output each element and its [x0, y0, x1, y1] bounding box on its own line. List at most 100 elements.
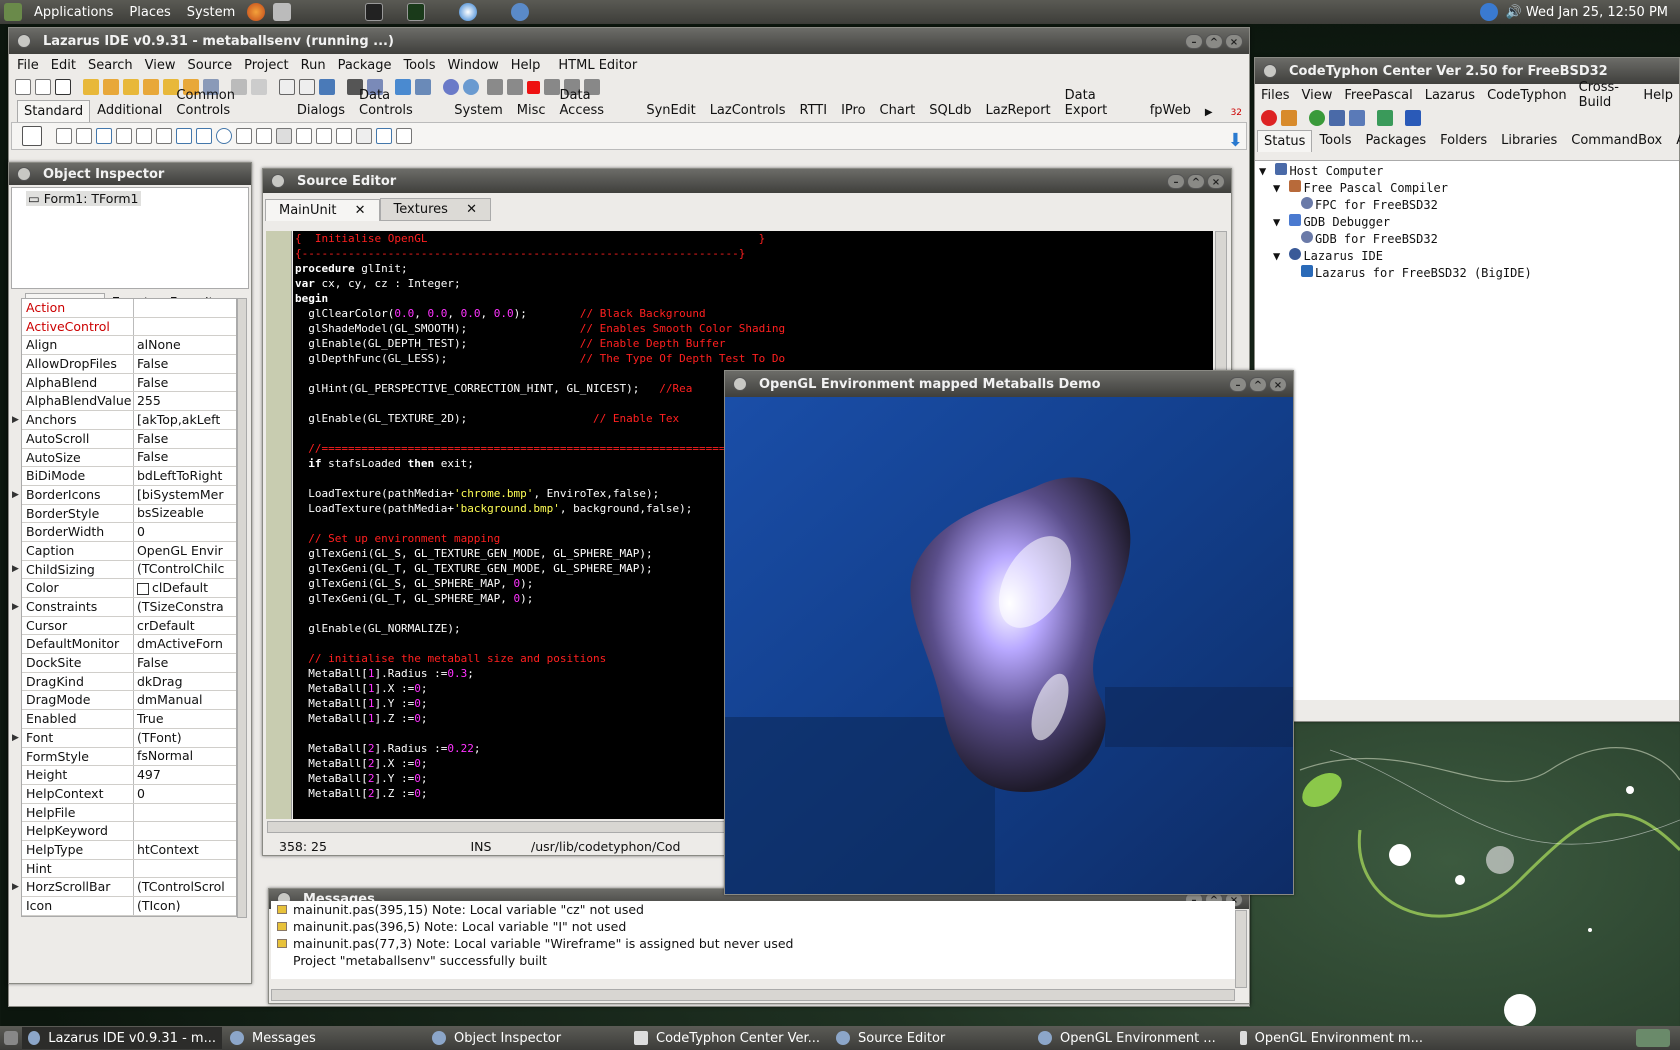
property-row[interactable]: DragKind dkDrag	[22, 672, 236, 692]
property-value[interactable]: 255	[134, 392, 236, 410]
ct-tab-packages[interactable]: Packages	[1358, 129, 1433, 152]
property-value[interactable]: False	[134, 448, 236, 466]
save-all-icon[interactable]	[143, 79, 159, 95]
new-file-icon[interactable]	[15, 79, 31, 95]
palette-arrow-icon[interactable]: ⬇	[1228, 130, 1243, 151]
property-value[interactable]: False	[134, 430, 236, 448]
task-object-inspector[interactable]: Object Inspector	[426, 1027, 626, 1049]
close-tab-icon[interactable]: ✕	[459, 198, 484, 221]
edit-icon[interactable]	[136, 128, 152, 144]
source-editor-titlebar[interactable]: Source Editor – ^ ×	[263, 169, 1231, 193]
property-row[interactable]: BorderStyle bsSizeable	[22, 504, 236, 524]
stop-icon[interactable]	[527, 80, 540, 94]
property-row[interactable]: HelpKeyword	[22, 822, 236, 841]
messages-hscroll[interactable]	[271, 989, 1235, 1001]
new-form-icon[interactable]	[55, 79, 71, 95]
open-icon[interactable]	[83, 79, 99, 95]
menu-source[interactable]: Source	[181, 58, 238, 73]
property-value[interactable]: 0	[134, 523, 236, 541]
minimize-button[interactable]: –	[1167, 173, 1185, 189]
palette-tab-system[interactable]: System	[447, 99, 509, 122]
property-row[interactable]: ▶ BorderIcons [biSystemMer	[12, 485, 236, 505]
menu-places[interactable]: Places	[121, 5, 178, 20]
property-row[interactable]: AutoSize False	[22, 448, 236, 468]
property-row[interactable]: BiDiMode bdLeftToRight	[22, 467, 236, 486]
property-row[interactable]: Hint	[22, 859, 236, 879]
property-value[interactable]: (TFont)	[134, 729, 236, 747]
property-row[interactable]: DragMode dmManual	[22, 691, 236, 711]
property-value[interactable]: [biSystemMer	[134, 486, 236, 504]
inspector-titlebar[interactable]: Object Inspector	[9, 163, 251, 185]
ct-tab-folders[interactable]: Folders	[1433, 129, 1494, 152]
ct-menu-lazarus[interactable]: Lazarus	[1419, 88, 1481, 103]
label-icon[interactable]	[116, 128, 132, 144]
ct-menu-view[interactable]: View	[1296, 88, 1339, 103]
gear-launcher-icon[interactable]	[511, 3, 530, 21]
expand-icon[interactable]: ▶	[12, 733, 19, 743]
property-value[interactable]: True	[134, 710, 236, 728]
palette-tab-sqldb[interactable]: SQLdb	[922, 99, 978, 122]
ct-menu-cross-build[interactable]: Cross-Build	[1573, 80, 1638, 110]
message-line[interactable]: mainunit.pas(395,15) Note: Local variabl…	[271, 901, 1235, 918]
property-value[interactable]: fsNormal	[134, 747, 236, 765]
opengl-render-canvas[interactable]	[725, 397, 1293, 894]
checkgroup-icon[interactable]	[336, 128, 352, 144]
ct-tab-libraries[interactable]: Libraries	[1494, 129, 1564, 152]
tray-network-icon[interactable]	[1479, 3, 1498, 21]
property-value[interactable]: (TIcon)	[134, 897, 236, 915]
tree-node-lazarus[interactable]: ▼ Lazarus IDE	[1259, 248, 1679, 265]
download-icon[interactable]	[1281, 110, 1297, 126]
property-row[interactable]: AllowDropFiles False	[22, 355, 236, 374]
palette-tab-lazreport[interactable]: LazReport	[979, 99, 1058, 122]
ct-tab-about[interactable]: Ab	[1669, 129, 1680, 152]
maximize-button[interactable]: ^	[1249, 376, 1267, 392]
menu-tools[interactable]: Tools	[397, 58, 441, 73]
clock[interactable]: Wed Jan 25, 12:50 PM	[1526, 5, 1680, 20]
ct-menu-files[interactable]: Files	[1255, 88, 1296, 103]
minimize-button[interactable]: –	[1229, 376, 1247, 392]
property-row[interactable]: DockSite False	[22, 654, 236, 673]
property-row[interactable]: FormStyle fsNormal	[22, 747, 236, 767]
opengl-titlebar[interactable]: OpenGL Environment mapped Metaballs Demo…	[725, 371, 1293, 397]
property-row[interactable]: AutoScroll False	[22, 429, 236, 449]
menu-file[interactable]: File	[11, 58, 45, 73]
task-messages[interactable]: Messages	[224, 1027, 424, 1049]
combobox-icon[interactable]	[256, 128, 272, 144]
toggle-form-icon[interactable]	[319, 79, 335, 95]
window-menu-icon[interactable]	[1263, 64, 1277, 78]
palette-tab-data-controls[interactable]: Data Controls	[352, 84, 447, 122]
gnome-foot-icon[interactable]	[4, 3, 22, 21]
view-forms-icon[interactable]	[299, 79, 315, 95]
ct-menu-help[interactable]: Help	[1637, 88, 1679, 103]
property-row[interactable]: ▶ ChildSizing (TControlChilc	[12, 560, 236, 580]
property-row[interactable]: ▶ Constraints (TSizeConstra	[12, 598, 236, 617]
maximize-button[interactable]: ^	[1187, 173, 1205, 189]
window-menu-icon[interactable]	[17, 167, 31, 181]
palette-tab-fpweb[interactable]: fpWeb	[1143, 99, 1198, 122]
palette-scroll-right-icon[interactable]: ▶	[1198, 103, 1220, 122]
close-tab-icon[interactable]: ✕	[348, 199, 373, 222]
volume-icon[interactable]: 🔊	[1506, 5, 1522, 20]
property-value[interactable]: clDefault	[134, 579, 236, 597]
property-grid-scrollbar[interactable]	[237, 298, 247, 918]
frame-icon[interactable]	[376, 128, 392, 144]
property-row[interactable]: Align alNone	[22, 336, 236, 356]
property-row[interactable]: AlphaBlendValue 255	[22, 392, 236, 412]
ct-menu-codetyphon[interactable]: CodeTyphon	[1481, 88, 1573, 103]
task-opengl-1[interactable]: OpenGL Environment ...	[1032, 1027, 1232, 1049]
menu-view[interactable]: View	[139, 58, 182, 73]
property-value[interactable]: crDefault	[134, 617, 236, 635]
ct-tab-commandbox[interactable]: CommandBox	[1564, 129, 1669, 152]
menu-applications[interactable]: Applications	[26, 5, 121, 20]
system-monitor-icon[interactable]	[407, 3, 426, 21]
menu-window[interactable]: Window	[441, 58, 504, 73]
palette-tab-chart[interactable]: Chart	[873, 99, 923, 122]
message-line[interactable]: mainunit.pas(77,3) Note: Local variable …	[271, 935, 1235, 952]
property-value[interactable]: alNone	[134, 336, 236, 354]
close-button[interactable]: ×	[1225, 33, 1243, 49]
property-value[interactable]: 497	[134, 766, 236, 784]
palette-tab-lazcontrols[interactable]: LazControls	[703, 99, 793, 122]
messages-vscroll[interactable]	[1235, 910, 1247, 988]
property-value[interactable]: dmActiveForn	[134, 635, 236, 653]
button-icon[interactable]	[96, 128, 112, 144]
